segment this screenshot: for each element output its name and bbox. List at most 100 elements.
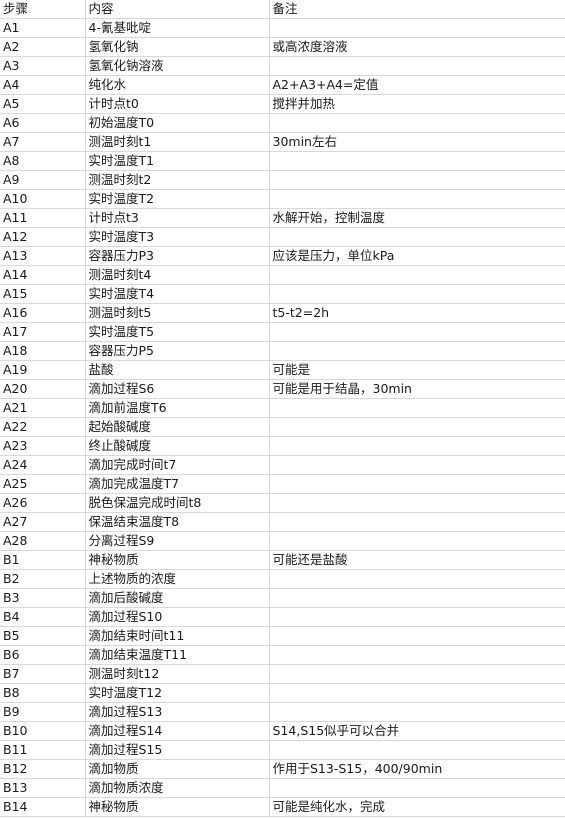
cell-step[interactable]: A22: [0, 417, 86, 437]
cell-step[interactable]: B6: [0, 645, 86, 665]
cell-content[interactable]: 起始酸碱度: [85, 417, 270, 437]
cell-step[interactable]: B7: [0, 664, 86, 684]
cell-note[interactable]: [269, 588, 565, 608]
header-cell-note[interactable]: 备注: [269, 0, 565, 19]
cell-step[interactable]: A27: [0, 512, 86, 532]
cell-content[interactable]: 滴加过程S15: [85, 740, 270, 760]
cell-content[interactable]: 神秘物质: [85, 797, 270, 817]
cell-step[interactable]: B14: [0, 797, 86, 817]
cell-note[interactable]: [269, 284, 565, 304]
cell-content[interactable]: 滴加过程S13: [85, 702, 270, 722]
cell-note[interactable]: [269, 341, 565, 361]
cell-step[interactable]: B2: [0, 569, 86, 589]
cell-step[interactable]: B3: [0, 588, 86, 608]
cell-note[interactable]: t5-t2=2h: [269, 303, 565, 323]
cell-content[interactable]: 测温时刻t1: [85, 132, 270, 152]
cell-step[interactable]: A18: [0, 341, 86, 361]
cell-note[interactable]: [269, 493, 565, 513]
cell-step[interactable]: A10: [0, 189, 86, 209]
cell-content[interactable]: 实时温度T1: [85, 151, 270, 171]
cell-content[interactable]: 测温时刻t2: [85, 170, 270, 190]
cell-content[interactable]: 滴加物质: [85, 759, 270, 779]
cell-content[interactable]: 实时温度T5: [85, 322, 270, 342]
cell-step[interactable]: A3: [0, 56, 86, 76]
cell-step[interactable]: A7: [0, 132, 86, 152]
cell-note[interactable]: [269, 702, 565, 722]
cell-step[interactable]: A11: [0, 208, 86, 228]
cell-note[interactable]: [269, 18, 565, 38]
header-cell-step[interactable]: 步骤: [0, 0, 86, 19]
cell-content[interactable]: 计时点t0: [85, 94, 270, 114]
cell-content[interactable]: 滴加过程S14: [85, 721, 270, 741]
cell-note[interactable]: 搅拌并加热: [269, 94, 565, 114]
cell-step[interactable]: B11: [0, 740, 86, 760]
cell-note[interactable]: [269, 645, 565, 665]
cell-step[interactable]: A16: [0, 303, 86, 323]
cell-step[interactable]: B9: [0, 702, 86, 722]
cell-note[interactable]: [269, 189, 565, 209]
cell-content[interactable]: 测温时刻t12: [85, 664, 270, 684]
cell-note[interactable]: 可能是: [269, 360, 565, 380]
cell-note[interactable]: [269, 740, 565, 760]
cell-content[interactable]: 氢氧化钠: [85, 37, 270, 57]
cell-note[interactable]: 可能是用于结晶，30min: [269, 379, 565, 399]
header-cell-content[interactable]: 内容: [85, 0, 270, 19]
cell-content[interactable]: 滴加物质浓度: [85, 778, 270, 798]
cell-note[interactable]: 应该是压力，单位kPa: [269, 246, 565, 266]
cell-step[interactable]: B5: [0, 626, 86, 646]
cell-step[interactable]: A19: [0, 360, 86, 380]
cell-step[interactable]: B13: [0, 778, 86, 798]
cell-note[interactable]: A2+A3+A4=定值: [269, 75, 565, 95]
cell-note[interactable]: [269, 455, 565, 475]
cell-note[interactable]: [269, 664, 565, 684]
cell-step[interactable]: A25: [0, 474, 86, 494]
cell-note[interactable]: 可能还是盐酸: [269, 550, 565, 570]
cell-note[interactable]: [269, 683, 565, 703]
cell-step[interactable]: A4: [0, 75, 86, 95]
cell-content[interactable]: 滴加完成温度T7: [85, 474, 270, 494]
cell-content[interactable]: 测温时刻t4: [85, 265, 270, 285]
cell-content[interactable]: 4-氰基吡啶: [85, 18, 270, 38]
cell-note[interactable]: S14,S15似乎可以合并: [269, 721, 565, 741]
cell-step[interactable]: A15: [0, 284, 86, 304]
cell-note[interactable]: [269, 151, 565, 171]
cell-note[interactable]: [269, 474, 565, 494]
cell-note[interactable]: [269, 398, 565, 418]
cell-step[interactable]: A8: [0, 151, 86, 171]
cell-note[interactable]: [269, 569, 565, 589]
cell-content[interactable]: 滴加结束时间t11: [85, 626, 270, 646]
cell-step[interactable]: A1: [0, 18, 86, 38]
cell-note[interactable]: [269, 531, 565, 551]
cell-step[interactable]: B10: [0, 721, 86, 741]
cell-note[interactable]: [269, 227, 565, 247]
cell-content[interactable]: 容器压力P5: [85, 341, 270, 361]
cell-content[interactable]: 容器压力P3: [85, 246, 270, 266]
cell-content[interactable]: 氢氧化钠溶液: [85, 56, 270, 76]
cell-note[interactable]: 水解开始，控制温度: [269, 208, 565, 228]
cell-content[interactable]: 实时温度T3: [85, 227, 270, 247]
cell-content[interactable]: 纯化水: [85, 75, 270, 95]
cell-note[interactable]: 或高浓度溶液: [269, 37, 565, 57]
cell-step[interactable]: A14: [0, 265, 86, 285]
cell-content[interactable]: 神秘物质: [85, 550, 270, 570]
cell-step[interactable]: B1: [0, 550, 86, 570]
cell-content[interactable]: 滴加结束温度T11: [85, 645, 270, 665]
cell-note[interactable]: [269, 778, 565, 798]
cell-note[interactable]: 30min左右: [269, 132, 565, 152]
cell-step[interactable]: B4: [0, 607, 86, 627]
cell-note[interactable]: [269, 113, 565, 133]
cell-content[interactable]: 计时点t3: [85, 208, 270, 228]
cell-step[interactable]: A26: [0, 493, 86, 513]
cell-content[interactable]: 盐酸: [85, 360, 270, 380]
cell-note[interactable]: [269, 417, 565, 437]
cell-content[interactable]: 测温时刻t5: [85, 303, 270, 323]
cell-content[interactable]: 实时温度T4: [85, 284, 270, 304]
cell-step[interactable]: A13: [0, 246, 86, 266]
cell-content[interactable]: 实时温度T2: [85, 189, 270, 209]
cell-content[interactable]: 保温结束温度T8: [85, 512, 270, 532]
cell-step[interactable]: A2: [0, 37, 86, 57]
cell-step[interactable]: A12: [0, 227, 86, 247]
cell-content[interactable]: 滴加过程S6: [85, 379, 270, 399]
cell-note[interactable]: [269, 265, 565, 285]
cell-step[interactable]: A9: [0, 170, 86, 190]
